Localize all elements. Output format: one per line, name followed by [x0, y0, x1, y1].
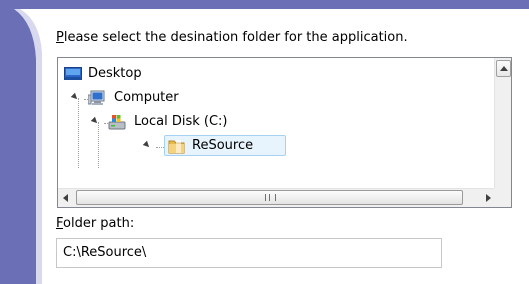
scroll-grip-icon — [265, 194, 276, 201]
tree-node-desktop[interactable]: Desktop — [64, 64, 244, 84]
local-disk-icon — [108, 114, 126, 130]
folder-path-label: Folder path: — [56, 216, 134, 231]
tree-node-label: ReSource — [192, 138, 254, 153]
destination-prompt: Please select the desination folder for … — [56, 30, 408, 45]
scroll-up-icon[interactable] — [496, 60, 511, 77]
window-title-strip — [0, 0, 529, 9]
tree-node-computer[interactable]: Computer — [70, 88, 270, 108]
folder-path-mnemonic: F — [56, 216, 64, 231]
prompt-text: lease select the desination folder for t… — [63, 30, 408, 45]
tree-node-local-disk[interactable]: Local Disk (C:) — [90, 112, 310, 132]
scroll-left-icon[interactable] — [60, 191, 72, 204]
tree-line — [78, 98, 79, 168]
scrollbar-corner — [494, 188, 511, 207]
prompt-mnemonic: P — [56, 30, 64, 45]
desktop-icon — [64, 66, 82, 82]
folder-icon — [168, 138, 186, 154]
expanded-arrow-icon[interactable] — [90, 116, 100, 126]
expanded-arrow-icon[interactable] — [142, 140, 152, 150]
tree-node-resource[interactable]: ReSource — [142, 135, 286, 156]
tree-node-label: Local Disk (C:) — [134, 114, 228, 129]
installer-page: Please select the desination folder for … — [0, 9, 529, 284]
tree-node-label: Desktop — [88, 66, 142, 81]
horizontal-scrollbar[interactable] — [58, 188, 494, 207]
folder-tree[interactable]: Desktop Computer Local Disk (C:) ReSourc… — [57, 57, 512, 208]
horizontal-scroll-thumb[interactable] — [76, 190, 463, 205]
expanded-arrow-icon[interactable] — [70, 92, 80, 102]
vertical-scrollbar[interactable] — [494, 58, 511, 188]
folder-path-label-text: older path: — [63, 216, 135, 231]
decorative-swoosh — [0, 9, 46, 284]
scroll-right-icon[interactable] — [482, 191, 494, 204]
tree-node-label: Computer — [114, 90, 179, 105]
computer-icon — [87, 90, 106, 106]
folder-path-input[interactable]: C:\ReSource\ — [56, 238, 442, 268]
